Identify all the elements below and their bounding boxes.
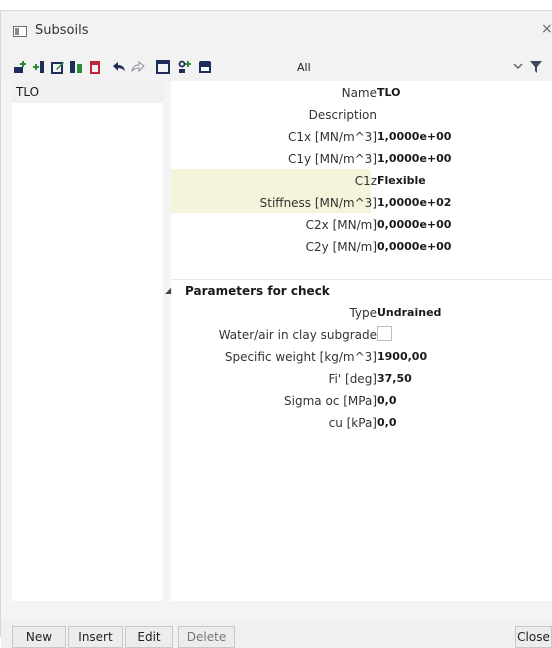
insert-button[interactable]: Insert (68, 626, 123, 648)
row-water-air[interactable]: Water/air in clay subgrade (171, 323, 552, 345)
save-icon[interactable] (198, 60, 212, 74)
filter-icon[interactable] (529, 59, 543, 75)
edit-icon[interactable] (51, 60, 65, 74)
fi-label: Fi' [deg] (328, 372, 377, 386)
water-air-checkbox[interactable] (377, 326, 392, 341)
name-label: Name (341, 86, 377, 100)
description-label: Description (308, 108, 377, 122)
c1x-value[interactable]: 1,0000e+00 (377, 130, 451, 143)
property-grid: Name TLO Description C1x [MN/m^3] 1,0000… (165, 81, 552, 601)
row-name[interactable]: Name TLO (171, 81, 552, 103)
c1z-value[interactable]: Flexible (377, 174, 426, 187)
row-sigma-oc[interactable]: Sigma oc [MPa] 0,0 (171, 389, 552, 411)
list-item-label: TLO (16, 85, 40, 99)
table-icon[interactable] (156, 60, 170, 74)
title-bar: Subsoils × (1, 11, 552, 55)
insert-row-icon[interactable] (32, 60, 46, 74)
edit-button[interactable]: Edit (125, 626, 173, 648)
water-air-label: Water/air in clay subgrade (218, 328, 377, 342)
sigma-oc-label: Sigma oc [MPa] (284, 394, 377, 408)
fi-value[interactable]: 37,50 (377, 372, 412, 385)
delete-button[interactable]: Delete (178, 626, 235, 648)
c2x-value[interactable]: 0,0000e+00 (377, 218, 451, 231)
new-button[interactable]: New (12, 626, 66, 648)
cu-value[interactable]: 0,0 (377, 416, 397, 429)
section-title: Parameters for check (185, 284, 330, 298)
row-c1x[interactable]: C1x [MN/m^3] 1,0000e+00 (171, 125, 552, 147)
row-stiffness[interactable]: Stiffness [MN/m^3] 1,0000e+02 (171, 191, 552, 213)
delete-icon[interactable] (88, 60, 102, 74)
close-icon[interactable]: × (541, 21, 552, 37)
name-value[interactable]: TLO (377, 86, 400, 99)
filter-select-value[interactable]: All (297, 61, 311, 74)
structure-icon[interactable] (178, 60, 192, 74)
row-specific-weight[interactable]: Specific weight [kg/m^3] 1900,00 (171, 345, 552, 367)
row-c1z[interactable]: C1z Flexible (171, 169, 552, 191)
copy-icon[interactable] (69, 60, 83, 74)
c1z-label: C1z (354, 174, 377, 188)
collapse-triangle-icon[interactable]: ◢ (165, 286, 171, 295)
list-item[interactable]: TLO (12, 81, 163, 103)
row-description[interactable]: Description (171, 103, 552, 125)
stiffness-label: Stiffness [MN/m^3] (259, 196, 377, 210)
row-c2y[interactable]: C2y [MN/m] 0,0000e+00 (171, 235, 552, 257)
toolbar: All (1, 55, 552, 81)
row-type[interactable]: Type Undrained (171, 301, 552, 323)
sigma-oc-value[interactable]: 0,0 (377, 394, 397, 407)
c2x-label: C2x [MN/m] (305, 218, 377, 232)
type-label: Type (349, 306, 377, 320)
section-parameters-for-check[interactable]: ◢ Parameters for check (165, 279, 552, 302)
chevron-down-icon[interactable] (513, 60, 523, 72)
row-fi[interactable]: Fi' [deg] 37,50 (171, 367, 552, 389)
redo-icon[interactable] (131, 60, 145, 74)
subsoils-window: Subsoils × All TLO Name TLO Description … (0, 10, 552, 648)
button-bar: New Insert Edit Delete Close (1, 619, 552, 648)
c2y-label: C2y [MN/m] (305, 240, 377, 254)
cu-label: cu [kPa] (328, 416, 377, 430)
specific-weight-value[interactable]: 1900,00 (377, 350, 427, 363)
close-button[interactable]: Close (515, 626, 552, 648)
new-row-icon[interactable] (13, 60, 27, 74)
c2y-value[interactable]: 0,0000e+00 (377, 240, 451, 253)
type-value[interactable]: Undrained (377, 306, 441, 319)
c1x-label: C1x [MN/m^3] (287, 130, 377, 144)
stiffness-value[interactable]: 1,0000e+02 (377, 196, 451, 209)
window-icon (13, 26, 27, 37)
specific-weight-label: Specific weight [kg/m^3] (224, 350, 377, 364)
row-cu[interactable]: cu [kPa] 0,0 (171, 411, 552, 433)
row-c1y[interactable]: C1y [MN/m^3] 1,0000e+00 (171, 147, 552, 169)
undo-icon[interactable] (112, 60, 126, 74)
window-title: Subsoils (35, 23, 89, 38)
c1y-value[interactable]: 1,0000e+00 (377, 152, 451, 165)
row-c2x[interactable]: C2x [MN/m] 0,0000e+00 (171, 213, 552, 235)
subsoil-list: TLO (12, 81, 163, 601)
c1y-label: C1y [MN/m^3] (287, 152, 377, 166)
